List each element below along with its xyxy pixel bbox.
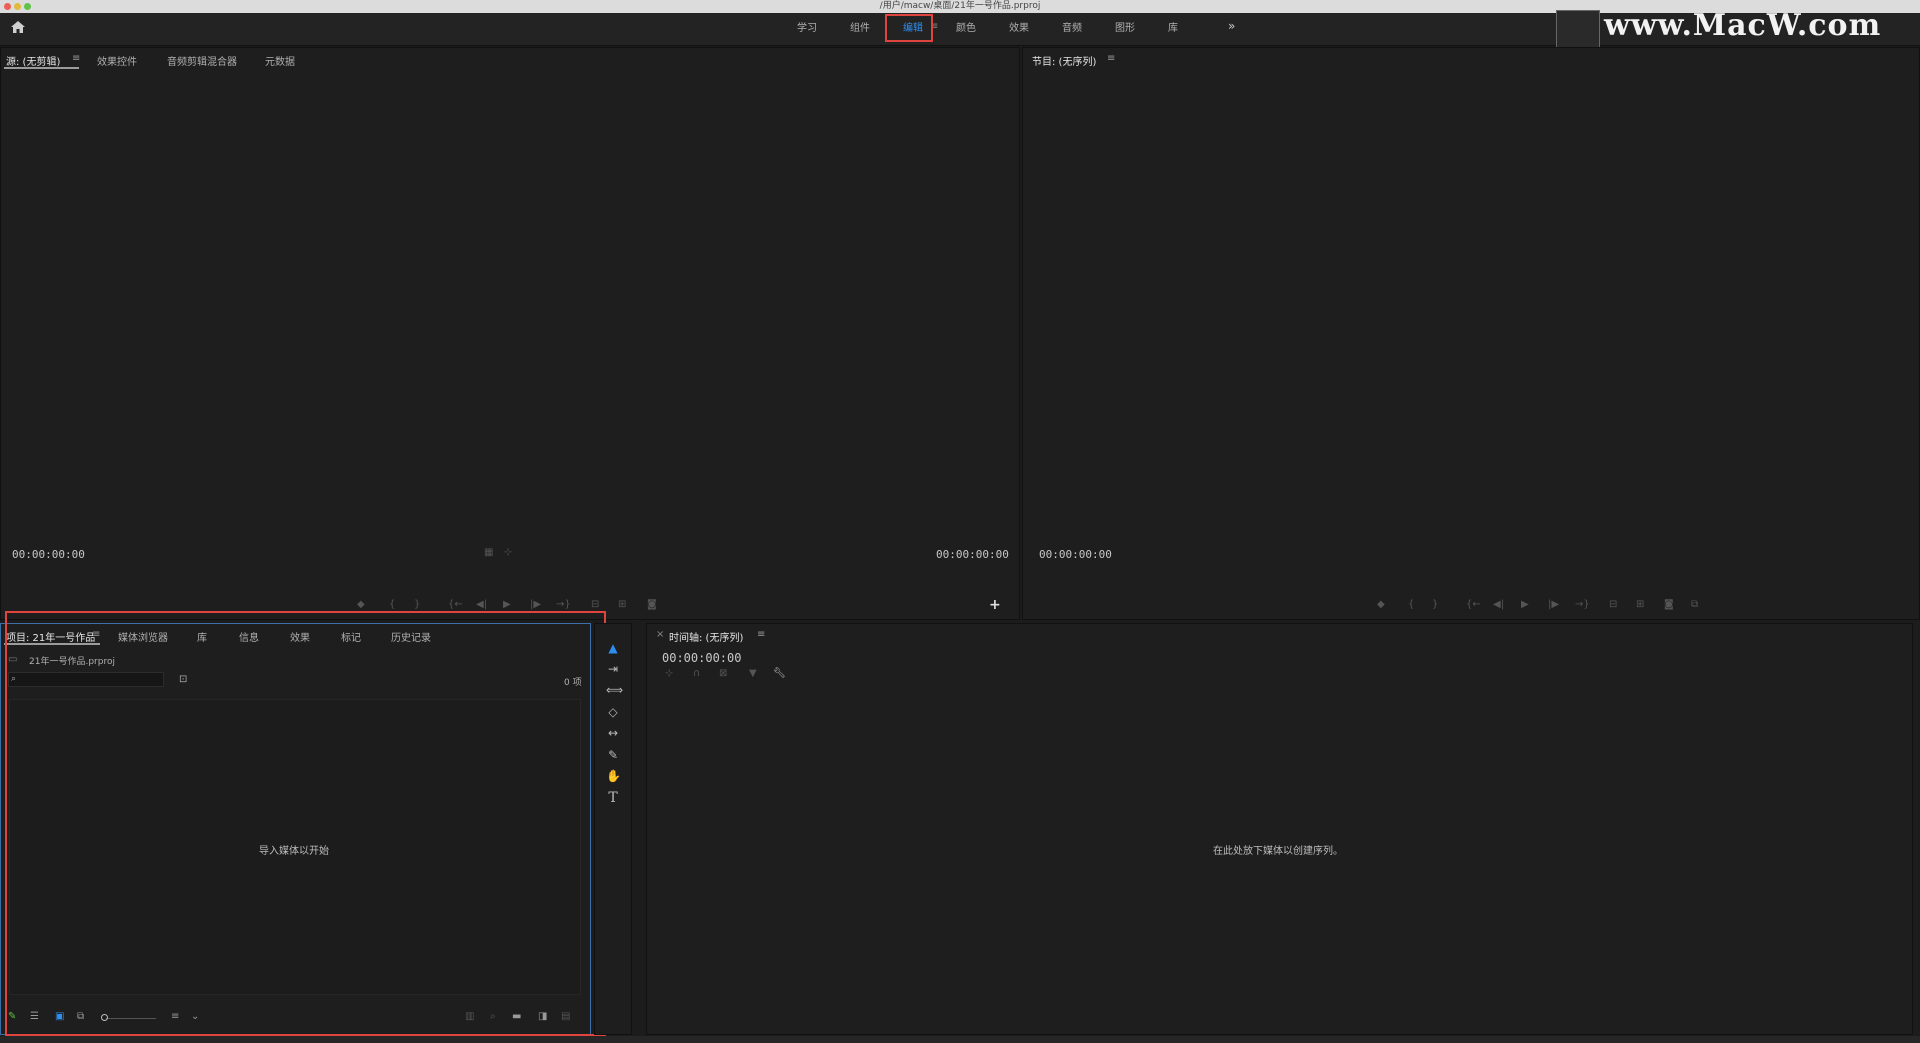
- play-icon[interactable]: ▶: [503, 599, 511, 610]
- timeline-timecode[interactable]: 00:00:00:00: [662, 651, 741, 665]
- program-go-to-in-icon[interactable]: {←: [1466, 599, 1481, 610]
- tab-audio-clip-mixer[interactable]: 音频剪辑混合器: [167, 53, 237, 68]
- program-play-icon[interactable]: ▶: [1521, 599, 1529, 610]
- ripple-edit-tool-icon[interactable]: ⟺: [606, 683, 623, 697]
- program-go-to-out-icon[interactable]: →}: [1575, 599, 1590, 610]
- timeline-settings-wrench-icon[interactable]: 🔧︎: [773, 668, 786, 679]
- program-timecode-current[interactable]: 00:00:00:00: [1039, 548, 1112, 561]
- program-export-frame-icon[interactable]: ◙: [1664, 599, 1674, 610]
- timeline-add-marker-icon[interactable]: ▼: [749, 668, 757, 679]
- insert-icon[interactable]: ⊟: [591, 599, 599, 610]
- lift-icon[interactable]: ⊟: [1609, 599, 1617, 610]
- tab-source[interactable]: 源: (无剪辑): [6, 53, 60, 68]
- workspace-tab-effects[interactable]: 效果: [1009, 22, 1029, 36]
- nest-sequences-icon[interactable]: ⊹: [665, 668, 673, 679]
- workspace-tab-audio[interactable]: 音频: [1062, 22, 1082, 36]
- track-select-tool-icon[interactable]: ⇥: [606, 662, 620, 676]
- tab-program[interactable]: 节目: (无序列): [1032, 53, 1096, 68]
- type-tool-icon[interactable]: T: [606, 791, 620, 805]
- timeline-panel-menu-icon[interactable]: ≡: [757, 629, 765, 640]
- source-timecode-current[interactable]: 00:00:00:00: [12, 548, 85, 561]
- program-step-forward-icon[interactable]: |▶: [1548, 599, 1559, 610]
- watermark-text: www.MacW.com: [1604, 8, 1882, 43]
- home-icon[interactable]: [10, 20, 28, 38]
- mark-in-icon[interactable]: {: [389, 599, 395, 610]
- source-settings-icon[interactable]: ⊹: [504, 547, 512, 558]
- workspace-tab-libraries[interactable]: 库: [1168, 22, 1178, 36]
- timeline-close-icon[interactable]: ×: [656, 629, 664, 640]
- program-add-marker-icon[interactable]: ◆: [1377, 599, 1385, 610]
- tab-timeline[interactable]: 时间轴: (无序列): [669, 629, 743, 644]
- slip-tool-icon[interactable]: ↔: [606, 726, 620, 740]
- comparison-view-icon[interactable]: ⧉: [1691, 599, 1698, 610]
- hand-tool-icon[interactable]: ✋: [606, 769, 621, 783]
- source-panel-menu-icon[interactable]: ≡: [72, 53, 80, 64]
- mark-out-icon[interactable]: }: [414, 599, 420, 610]
- workspace-tab-assembly[interactable]: 组件: [850, 22, 870, 36]
- add-marker-icon[interactable]: ◆: [357, 599, 365, 610]
- program-step-back-icon[interactable]: ◀|: [1493, 599, 1504, 610]
- annotation-highlight-editing: [885, 14, 933, 42]
- annotation-highlight-project: [5, 611, 606, 1036]
- overwrite-icon[interactable]: ⊞: [618, 599, 626, 610]
- go-to-out-icon[interactable]: →}: [556, 599, 571, 610]
- snap-icon[interactable]: ∩: [693, 668, 700, 679]
- program-panel-menu-icon[interactable]: ≡: [1107, 53, 1115, 64]
- program-mark-in-icon[interactable]: {: [1408, 599, 1414, 610]
- program-mark-out-icon[interactable]: }: [1432, 599, 1438, 610]
- tab-effect-controls[interactable]: 效果控件: [97, 53, 137, 68]
- active-tab-indicator: [4, 67, 79, 69]
- program-monitor-panel: [1022, 47, 1920, 620]
- extract-icon[interactable]: ⊞: [1636, 599, 1644, 610]
- add-button-icon[interactable]: +: [989, 597, 1001, 613]
- pen-tool-icon[interactable]: ✎: [606, 748, 620, 762]
- workspace-tab-color[interactable]: 颜色: [956, 22, 976, 36]
- source-timecode-duration: 00:00:00:00: [936, 548, 1009, 561]
- source-monitor-panel: [0, 47, 1020, 620]
- selection-tool-icon[interactable]: ▲: [606, 641, 620, 655]
- step-forward-icon[interactable]: |▶: [530, 599, 541, 610]
- watermark-logo-icon: [1556, 10, 1600, 48]
- workspace-tab-learn[interactable]: 学习: [797, 22, 817, 36]
- timeline-panel: [646, 623, 1913, 1035]
- more-workspaces-icon[interactable]: »: [1228, 19, 1235, 33]
- tab-metadata[interactable]: 元数据: [265, 53, 295, 68]
- step-back-icon[interactable]: ◀|: [476, 599, 487, 610]
- timeline-empty-message: 在此处放下媒体以创建序列。: [1213, 846, 1343, 857]
- source-resolution-icon[interactable]: ▦: [484, 547, 493, 558]
- status-bar: [0, 1036, 1920, 1043]
- export-frame-icon[interactable]: ◙: [647, 599, 657, 610]
- linked-selection-icon[interactable]: ⊠: [719, 668, 727, 679]
- go-to-in-icon[interactable]: {←: [448, 599, 463, 610]
- workspace-tab-graphics[interactable]: 图形: [1115, 22, 1135, 36]
- razor-tool-icon[interactable]: ◇: [606, 705, 620, 719]
